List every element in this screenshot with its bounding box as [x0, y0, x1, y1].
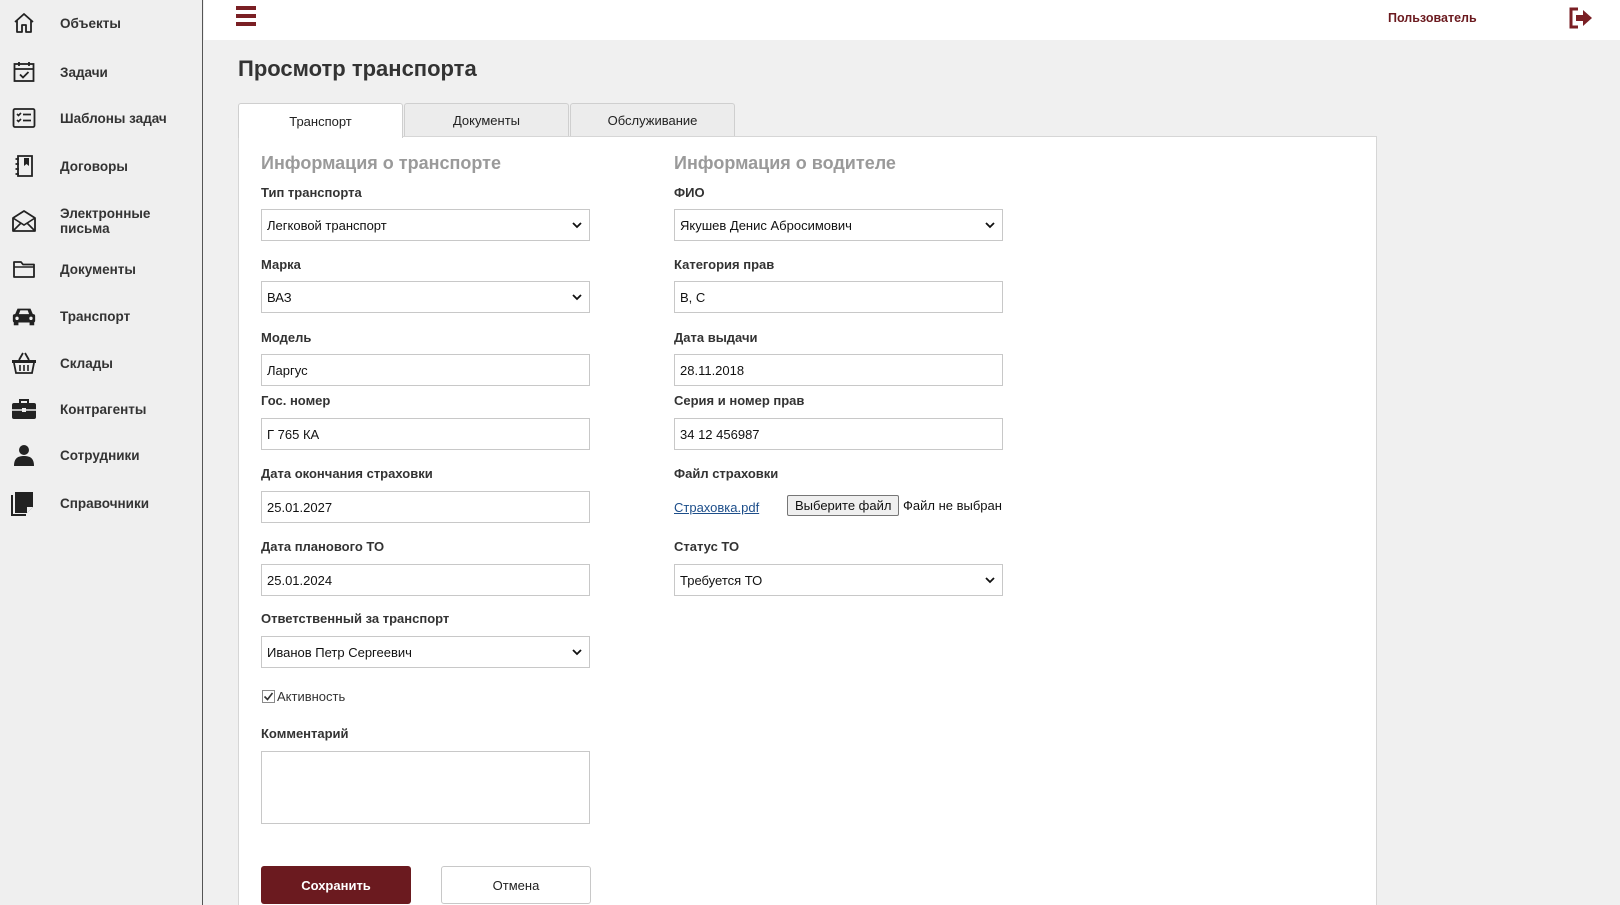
car-icon	[11, 303, 37, 329]
envelope-icon	[11, 208, 37, 234]
contract-book-icon	[11, 153, 37, 179]
license-number-label: Серия и номер прав	[674, 393, 805, 408]
plate-label: Гос. номер	[261, 393, 331, 408]
person-icon	[11, 442, 37, 468]
sidebar: Объекты Задачи Шаблоны задач Договоры Эл…	[0, 0, 203, 905]
sidebar-item-label: Склады	[60, 355, 113, 371]
sidebar-item-emails[interactable]: Электронные письма	[0, 205, 202, 237]
checkmark-icon	[263, 692, 274, 701]
chevron-down-icon	[985, 222, 995, 229]
transport-type-select[interactable]: Легковой транспорт	[261, 209, 590, 241]
brand-label: Марка	[261, 257, 301, 272]
chevron-down-icon	[572, 649, 582, 656]
sidebar-item-label: Электронные письма	[60, 206, 151, 236]
user-menu-link[interactable]: Пользователь	[1388, 11, 1477, 25]
cancel-button[interactable]: Отмена	[441, 866, 591, 904]
to-status-value: Требуется ТО	[680, 572, 763, 588]
brand-value: ВАЗ	[267, 289, 292, 305]
planned-to-label: Дата планового ТО	[261, 539, 385, 554]
tab-transport[interactable]: Транспорт	[238, 103, 403, 138]
vehicle-section-title: Информация о транспорте	[261, 153, 501, 173]
sidebar-item-label: Справочники	[60, 495, 150, 511]
basket-icon	[11, 350, 37, 376]
insurance-file-label: Файл страховки	[674, 466, 779, 481]
sidebar-item-counterparties[interactable]: Контрагенты	[0, 396, 202, 422]
license-number-input[interactable]: 34 12 456987	[674, 418, 1003, 450]
comment-textarea[interactable]	[261, 751, 590, 824]
model-label: Модель	[261, 330, 312, 345]
folder-icon	[11, 256, 37, 282]
to-status-label: Статус ТО	[674, 539, 740, 554]
tab-documents[interactable]: Документы	[404, 103, 569, 137]
driver-name-label: ФИО	[674, 185, 705, 200]
sidebar-item-task-templates[interactable]: Шаблоны задач	[0, 105, 202, 131]
chevron-down-icon	[572, 222, 582, 229]
driver-section-title: Информация о водителе	[674, 153, 896, 173]
active-checkbox[interactable]	[262, 690, 275, 703]
transport-type-label: Тип транспорта	[261, 185, 362, 200]
briefcase-icon	[11, 396, 37, 422]
sidebar-item-tasks[interactable]: Задачи	[0, 59, 202, 85]
active-checkbox-label: Активность	[277, 689, 346, 704]
insurance-end-label: Дата окончания страховки	[261, 466, 433, 481]
chevron-down-icon	[572, 294, 582, 301]
transport-type-value: Легковой транспорт	[267, 217, 387, 233]
sidebar-item-references[interactable]: Справочники	[0, 489, 202, 517]
sidebar-item-warehouses[interactable]: Склады	[0, 350, 202, 376]
plate-input[interactable]: Г 765 КА	[261, 418, 590, 450]
brand-select[interactable]: ВАЗ	[261, 281, 590, 313]
home-icon	[11, 10, 37, 36]
sidebar-item-label: Шаблоны задач	[60, 110, 167, 126]
menu-hamburger-icon[interactable]	[236, 6, 256, 28]
license-category-input[interactable]: B, C	[674, 281, 1003, 313]
sidebar-item-label: Задачи	[60, 64, 108, 80]
driver-name-value: Якушев Денис Абросимович	[680, 217, 852, 233]
no-file-text: Файл не выбран	[903, 498, 1002, 513]
comment-label: Комментарий	[261, 726, 349, 741]
form-panel: Информация о транспорте Тип транспорта Л…	[238, 136, 1377, 905]
page-title: Просмотр транспорта	[238, 56, 477, 81]
tab-service[interactable]: Обслуживание	[570, 103, 735, 137]
responsible-label: Ответственный за транспорт	[261, 611, 450, 626]
chevron-down-icon	[985, 577, 995, 584]
license-category-label: Категория прав	[674, 257, 775, 272]
insurance-file-link[interactable]: Страховка.pdf	[674, 500, 759, 515]
sidebar-item-label: Объекты	[60, 15, 121, 31]
driver-name-select[interactable]: Якушев Денис Абросимович	[674, 209, 1003, 241]
insurance-end-input[interactable]: 25.01.2027	[261, 491, 590, 523]
sidebar-item-transport[interactable]: Транспорт	[0, 303, 202, 329]
sidebar-item-label: Сотрудники	[60, 447, 140, 463]
note-icon	[11, 490, 37, 516]
responsible-value: Иванов Петр Сергеевич	[267, 644, 412, 660]
to-status-select[interactable]: Требуется ТО	[674, 564, 1003, 596]
sidebar-item-label: Контрагенты	[60, 401, 147, 417]
top-bar: Пользователь	[204, 0, 1620, 40]
responsible-select[interactable]: Иванов Петр Сергеевич	[261, 636, 590, 668]
choose-file-button[interactable]: Выберите файл	[787, 495, 900, 516]
sidebar-item-label: Транспорт	[60, 308, 131, 324]
logout-icon[interactable]	[1568, 6, 1594, 30]
sidebar-item-documents[interactable]: Документы	[0, 256, 202, 282]
save-button[interactable]: Сохранить	[261, 866, 411, 904]
issue-date-label: Дата выдачи	[674, 330, 758, 345]
model-input[interactable]: Ларгус	[261, 354, 590, 386]
issue-date-input[interactable]: 28.11.2018	[674, 354, 1003, 386]
calendar-check-icon	[11, 59, 37, 85]
sidebar-item-contracts[interactable]: Договоры	[0, 153, 202, 179]
sidebar-item-label: Договоры	[60, 158, 128, 174]
sidebar-item-employees[interactable]: Сотрудники	[0, 442, 202, 468]
sidebar-item-objects[interactable]: Объекты	[0, 10, 202, 36]
checklist-icon	[11, 105, 37, 131]
sidebar-item-label: Документы	[60, 261, 136, 277]
planned-to-input[interactable]: 25.01.2024	[261, 564, 590, 596]
